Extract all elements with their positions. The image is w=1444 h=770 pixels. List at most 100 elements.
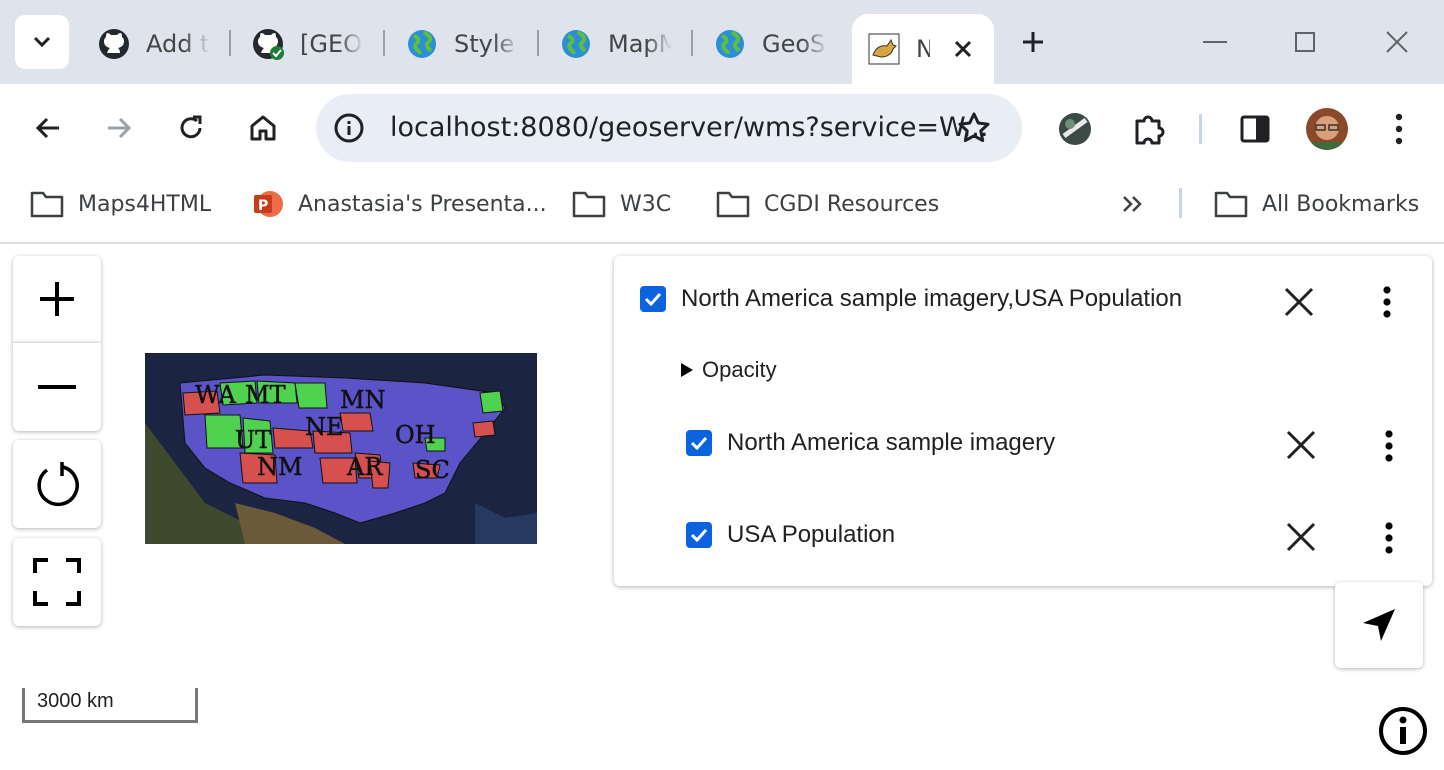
bookmark-all-bookmarks[interactable]: All Bookmarks	[1214, 184, 1419, 224]
tab-1[interactable]: [GEOS	[252, 14, 364, 74]
layer-checkbox-imagery[interactable]	[686, 430, 712, 456]
layer-row: USA Population	[686, 521, 895, 549]
layer-group-checkbox[interactable]	[640, 286, 666, 312]
globe-icon	[408, 30, 436, 58]
home-button[interactable]	[239, 104, 287, 152]
bookmark-w3c[interactable]: W3C	[572, 184, 671, 224]
maximize-button[interactable]	[1280, 20, 1330, 64]
state-label: UT	[235, 426, 271, 454]
close-icon	[1286, 430, 1316, 460]
tab-0[interactable]: Add t	[98, 14, 210, 74]
bookmark-cgdi-resources[interactable]: CGDI Resources	[716, 184, 939, 224]
fullscreen-button[interactable]	[13, 538, 101, 626]
tomcat-icon	[868, 33, 900, 65]
bookmark-presentation[interactable]: P Anastasia's Presenta...	[252, 184, 547, 224]
geolocate-button[interactable]	[1335, 582, 1423, 668]
layer-population-menu-button[interactable]	[1369, 518, 1409, 558]
tab-title: GeoSe	[762, 30, 828, 58]
tab-separator	[691, 30, 693, 56]
tab-active[interactable]: N	[852, 14, 994, 84]
zoom-in-button[interactable]	[13, 256, 101, 342]
powerpoint-icon: P	[254, 191, 283, 217]
more-bookmarks-button[interactable]	[1120, 184, 1160, 224]
address-bar-url[interactable]: localhost:8080/geoserver/wms?service=W..…	[390, 112, 988, 143]
tab-title: Style (	[454, 30, 520, 58]
forward-button[interactable]	[95, 104, 143, 152]
home-icon	[250, 115, 276, 141]
kebab-menu-icon	[1385, 522, 1393, 554]
rotate-icon	[37, 462, 79, 507]
arrow-left-icon	[35, 117, 59, 139]
toolbar-divider	[1199, 114, 1202, 144]
tab-separator	[229, 30, 231, 56]
scale-bar: 3000 km	[22, 688, 198, 723]
close-icon	[1284, 287, 1314, 317]
state-label: MT	[245, 381, 286, 409]
kebab-menu-icon	[1385, 430, 1393, 462]
browser-menu-icon[interactable]	[1384, 110, 1414, 148]
state-label: SC	[415, 456, 450, 484]
close-icon	[1286, 522, 1316, 552]
folder-icon	[716, 191, 750, 218]
plus-icon	[1023, 32, 1043, 52]
tab-title: Add t	[146, 30, 210, 58]
globe-icon	[716, 30, 744, 58]
scale-label: 3000 km	[37, 690, 114, 712]
kebab-menu-icon	[1383, 286, 1391, 318]
layer-label: North America sample imagery	[727, 429, 1056, 456]
extension-icon[interactable]	[1058, 112, 1092, 146]
reload-map-button[interactable]	[13, 440, 101, 528]
tab-search-button[interactable]	[15, 15, 69, 69]
site-info-icon[interactable]	[333, 112, 365, 144]
map-info-button[interactable]	[1378, 706, 1428, 756]
extensions-puzzle-icon[interactable]	[1130, 110, 1168, 148]
info-icon	[1379, 707, 1427, 755]
folder-icon	[572, 191, 606, 218]
bookmark-star-icon[interactable]	[956, 110, 992, 146]
side-panel-icon[interactable]	[1238, 112, 1272, 146]
state-label: NM	[257, 453, 303, 481]
remove-layer-population-button[interactable]	[1281, 517, 1321, 557]
map-layer-image: WA MT MN UT NE OH NM AR SC	[145, 353, 537, 544]
minimize-button[interactable]	[1190, 20, 1240, 64]
back-button[interactable]	[24, 104, 72, 152]
triangle-right-icon	[681, 363, 693, 377]
bookmark-maps4html[interactable]: Maps4HTML	[30, 184, 211, 224]
remove-layer-group-button[interactable]	[1279, 282, 1319, 322]
maximize-icon	[1295, 32, 1315, 52]
close-icon	[1386, 31, 1408, 53]
new-tab-button[interactable]	[1008, 20, 1058, 64]
layer-group-row: North America sample imagery,USA Populat…	[640, 285, 1182, 313]
layer-checkbox-population[interactable]	[686, 522, 712, 548]
state-label: WA	[195, 381, 236, 409]
tab-separator	[383, 30, 385, 56]
close-tab-icon[interactable]	[954, 40, 972, 58]
svg-text:P: P	[258, 198, 268, 214]
close-window-button[interactable]	[1372, 20, 1422, 64]
layer-row: North America sample imagery	[686, 429, 1055, 457]
chevron-down-icon	[33, 36, 51, 48]
double-chevron-right-icon	[1123, 196, 1142, 212]
remove-layer-imagery-button[interactable]	[1281, 425, 1321, 465]
tab-4[interactable]: GeoSe	[714, 14, 828, 74]
opacity-toggle[interactable]: Opacity	[680, 357, 777, 383]
folder-icon	[30, 191, 64, 218]
tab-3[interactable]: MapM	[560, 14, 672, 74]
layer-imagery-menu-button[interactable]	[1369, 426, 1409, 466]
bookmark-label: All Bookmarks	[1262, 191, 1420, 217]
opacity-label: Opacity	[702, 357, 777, 382]
layer-group-label: North America sample imagery,USA Populat…	[681, 285, 1183, 312]
tab-separator	[537, 30, 539, 56]
tab-2[interactable]: Style (	[406, 14, 520, 74]
tab-title: [GEOS	[300, 30, 364, 58]
layer-group-menu-button[interactable]	[1367, 282, 1407, 322]
bookmark-label: W3C	[620, 191, 672, 217]
reload-button[interactable]	[167, 104, 215, 152]
state-label: MN	[340, 386, 386, 414]
zoom-out-button[interactable]	[13, 342, 101, 431]
profile-avatar[interactable]	[1306, 108, 1348, 150]
arrow-right-icon	[108, 117, 132, 139]
reload-icon	[180, 115, 202, 139]
github-verified-icon	[253, 29, 284, 60]
bookmark-label: CGDI Resources	[764, 191, 940, 217]
